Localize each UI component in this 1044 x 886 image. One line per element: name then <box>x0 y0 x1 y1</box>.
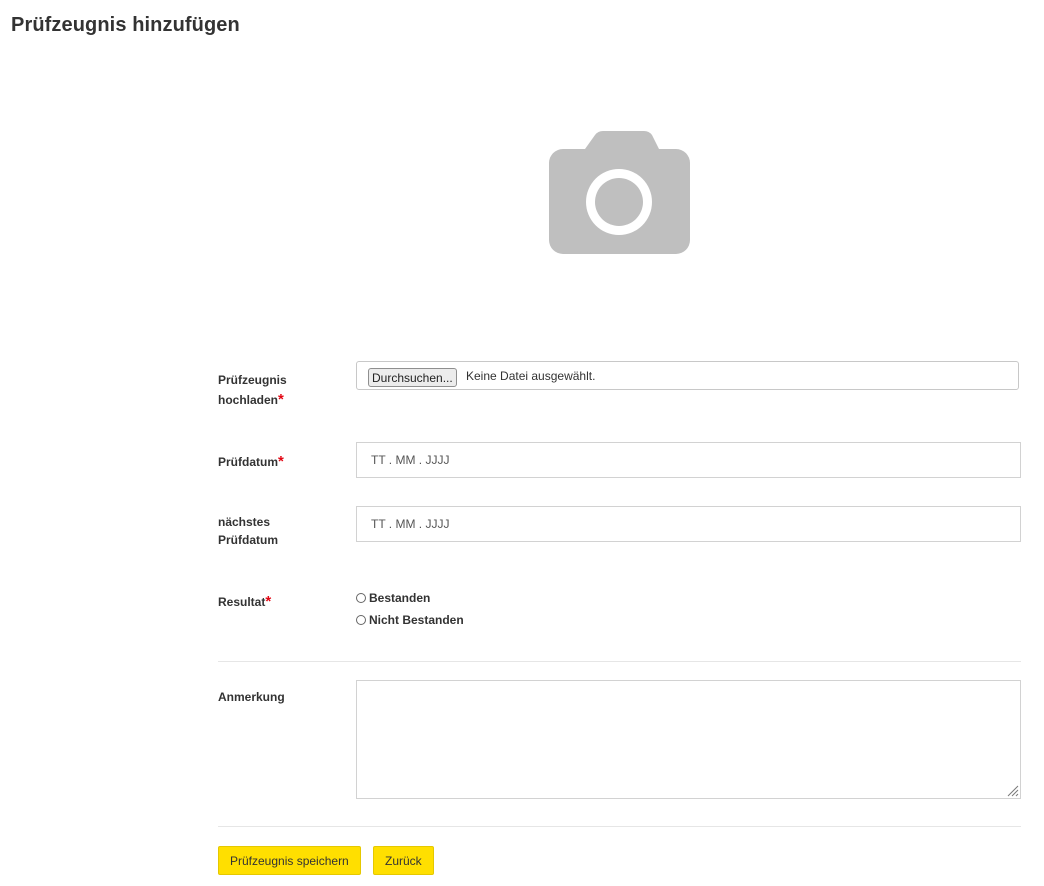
radio-button[interactable] <box>356 593 366 603</box>
result-label-text: Resultat <box>218 595 266 609</box>
next-test-date-label-line1: nächstes <box>218 515 271 529</box>
upload-label-line1: Prüfzeugnis <box>218 373 287 387</box>
next-test-date-label-line2: Prüfdatum <box>218 533 278 547</box>
required-mark: * <box>265 593 272 610</box>
divider <box>218 661 1021 662</box>
browse-button[interactable]: Durchsuchen... <box>368 368 457 387</box>
page: Prüfzeugnis hinzufügen Prüfzeugnis hochl… <box>0 0 1044 886</box>
radio-option-failed[interactable]: Nicht Bestanden <box>356 613 464 627</box>
save-button[interactable]: Prüfzeugnis speichern <box>218 846 361 875</box>
radio-label: Bestanden <box>369 591 431 605</box>
radio-label: Nicht Bestanden <box>369 613 464 627</box>
radio-option-passed[interactable]: Bestanden <box>356 591 430 605</box>
resize-grip-icon[interactable] <box>1005 783 1019 797</box>
required-mark: * <box>278 391 284 408</box>
file-status-text: Keine Datei ausgewählt. <box>466 369 596 383</box>
file-upload-field[interactable]: Durchsuchen... Keine Datei ausgewählt. <box>356 361 1019 390</box>
next-test-date-label: nächstes Prüfdatum <box>218 513 338 549</box>
back-button[interactable]: Zurück <box>373 846 434 875</box>
divider <box>218 826 1021 827</box>
test-date-label-text: Prüfdatum <box>218 455 278 469</box>
required-mark: * <box>278 453 284 470</box>
upload-label-line2: hochladen <box>218 393 279 407</box>
radio-button[interactable] <box>356 615 366 625</box>
camera-icon <box>549 131 690 254</box>
test-date-label: Prüfdatum* <box>218 452 338 472</box>
upload-label-line2-wrap: hochladen* <box>218 390 338 410</box>
page-title: Prüfzeugnis hinzufügen <box>11 14 240 36</box>
remark-textarea[interactable] <box>356 680 1021 799</box>
result-label: Resultat* <box>218 592 338 612</box>
remark-label: Anmerkung <box>218 690 285 704</box>
next-test-date-input[interactable] <box>356 506 1021 542</box>
test-date-input[interactable] <box>356 442 1021 478</box>
upload-label: Prüfzeugnis hochladen* <box>218 370 338 410</box>
